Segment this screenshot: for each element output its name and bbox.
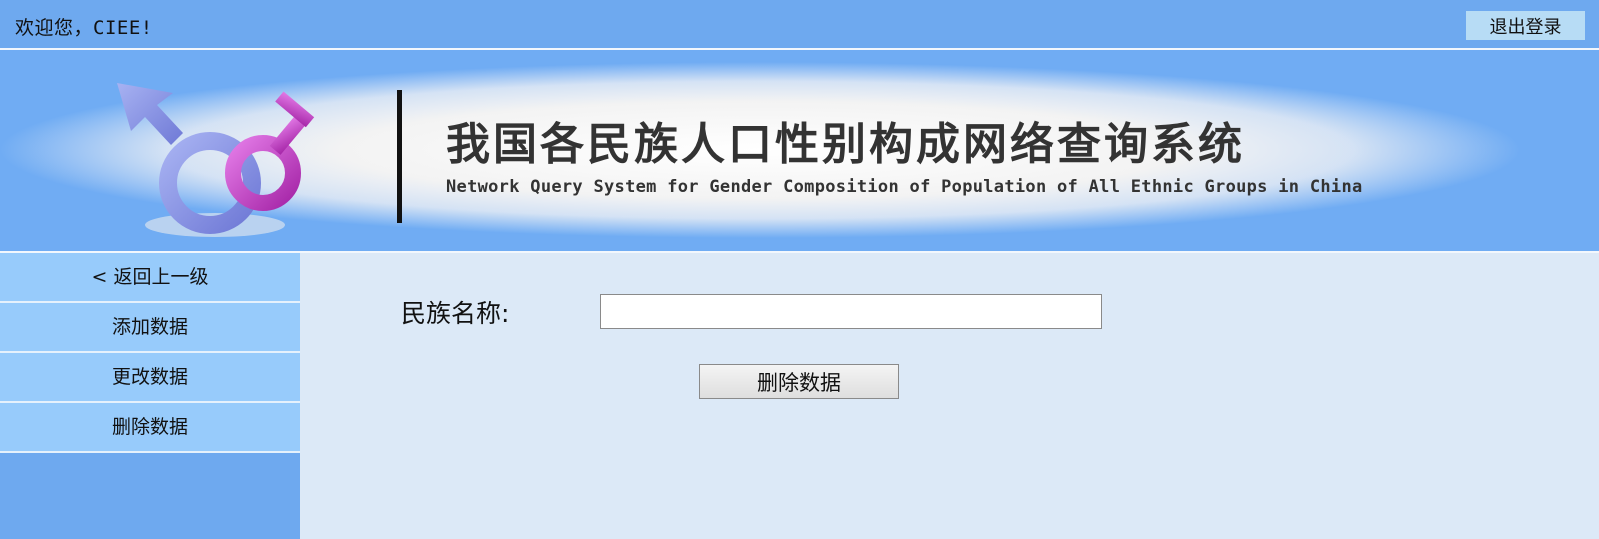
system-title-cn: 我国各民族人口性别构成网络查询系统 [446, 119, 1245, 170]
sidebar-item-edit-data[interactable]: 更改数据 [0, 353, 300, 401]
gender-symbols-logo-icon [117, 83, 315, 237]
delete-data-button[interactable]: 删除数据 [699, 364, 899, 399]
ethnic-name-label: 民族名称: [401, 299, 510, 328]
sidebar: < 返回上一级 添加数据 更改数据 删除数据 [0, 253, 300, 539]
sidebar-separator [0, 451, 300, 453]
sidebar-item-add-data[interactable]: 添加数据 [0, 303, 300, 351]
sidebar-item-delete-data[interactable]: 删除数据 [0, 403, 300, 451]
sidebar-item-back[interactable]: < 返回上一级 [0, 253, 300, 301]
system-title-en: Network Query System for Gender Composit… [446, 177, 1363, 197]
logout-button[interactable]: 退出登录 [1466, 11, 1585, 40]
welcome-text: 欢迎您，CIEE! [15, 17, 153, 39]
banner: 我国各民族人口性别构成网络查询系统 Network Query System f… [0, 50, 1599, 251]
banner-divider [397, 90, 402, 223]
ethnic-name-input[interactable] [600, 294, 1102, 329]
top-bar: 欢迎您，CIEE! 退出登录 [0, 0, 1599, 48]
